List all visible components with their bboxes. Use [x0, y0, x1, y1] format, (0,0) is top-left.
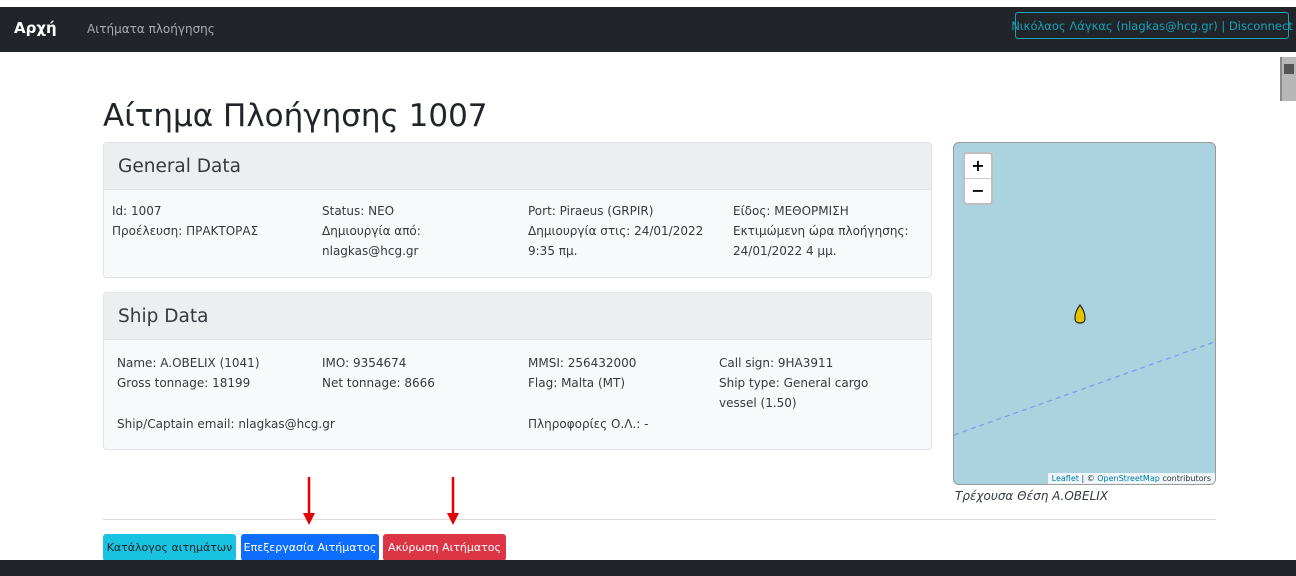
side-badge-icon: [1280, 57, 1296, 101]
eta-label: Εκτιμώμενη ώρα πλοήγησης:: [733, 224, 909, 238]
ship-mmsi: MMSI: 256432000 Flag: Malta (MT): [528, 353, 636, 393]
footer: [0, 560, 1296, 576]
annotation-arrow-icon: [447, 477, 459, 525]
ship-name-value: Name: A.OBELIX (1041): [117, 356, 260, 370]
requests-list-button[interactable]: Κατάλογος αιτημάτων: [103, 534, 236, 561]
created-by-label: Δημιουργία από:: [322, 224, 421, 238]
general-data-header: General Data: [104, 143, 931, 190]
gross-tonnage-value: Gross tonnage: 18199: [117, 376, 251, 390]
page-title: Αίτημα Πλοήγησης 1007: [103, 98, 488, 134]
net-tonnage-value: Net tonnage: 8666: [322, 376, 435, 390]
ship-type-line1: Ship type: General cargo: [719, 376, 869, 390]
flag-value: Flag: Malta (MT): [528, 376, 626, 390]
port-value: Port: Piraeus (GRPIR): [528, 204, 654, 218]
zoom-in-button[interactable]: +: [965, 154, 991, 178]
ship-marker-icon[interactable]: [1074, 304, 1086, 328]
created-at-time: 9:35 πμ.: [528, 244, 578, 258]
status-value: Status: ΝΕΟ: [322, 204, 395, 218]
ship-position-map[interactable]: + − Leaflet | © OpenStreetMap contributo…: [953, 142, 1216, 485]
attribution-separator: | ©: [1078, 474, 1098, 483]
origin-value: Προέλευση: ΠΡΑΚΤΟΡΑΣ: [112, 224, 259, 238]
mmsi-value: MMSI: 256432000: [528, 356, 637, 370]
nav-requests-link[interactable]: Αιτήματα πλοήγησης: [87, 22, 215, 36]
ship-info: Πληροφορίες Ο.Λ.: -: [528, 417, 649, 431]
attribution-tail: contributors: [1159, 474, 1211, 483]
ship-email: Ship/Captain email: nlagkas@hcg.gr: [117, 417, 335, 431]
ship-callsign: Call sign: 9HA3911 Ship type: General ca…: [719, 353, 868, 413]
nav-home-link[interactable]: Αρχή: [14, 19, 57, 37]
ship-type-line2: vessel (1.50): [719, 396, 797, 410]
general-kind: Είδος: ΜΕΘΟΡΜΙΣΗ Εκτιμώμενη ώρα πλοήγηση…: [733, 201, 909, 261]
annotation-arrow-icon: [303, 477, 315, 525]
zoom-control: + −: [963, 152, 993, 205]
zoom-out-button[interactable]: −: [965, 178, 991, 203]
divider: [103, 519, 1216, 520]
ship-name: Name: A.OBELIX (1041) Gross tonnage: 181…: [117, 353, 260, 393]
id-value: Id: 1007: [112, 204, 162, 218]
osm-link[interactable]: OpenStreetMap: [1097, 474, 1160, 483]
edit-request-button[interactable]: Επεξεργασία Αιτήματος: [241, 534, 379, 561]
kind-value: Είδος: ΜΕΘΟΡΜΙΣΗ: [733, 204, 849, 218]
general-data-card: General Data Id: 1007 Προέλευση: ΠΡΑΚΤΟΡ…: [103, 142, 932, 278]
navbar: Αρχή Αιτήματα πλοήγησης Νικόλαος Λάγκας …: [0, 7, 1296, 52]
general-port: Port: Piraeus (GRPIR) Δημιουργία στις: 2…: [528, 201, 703, 261]
leaflet-link[interactable]: Leaflet: [1052, 474, 1079, 483]
ship-data-header: Ship Data: [104, 293, 931, 340]
callsign-value: Call sign: 9HA3911: [719, 356, 834, 370]
map-caption: Τρέχουσα Θέση A.OBELIX: [955, 489, 1109, 503]
map-attribution: Leaflet | © OpenStreetMap contributors: [1047, 473, 1215, 484]
ship-imo: IMO: 9354674 Net tonnage: 8666: [322, 353, 435, 393]
general-id: Id: 1007 Προέλευση: ΠΡΑΚΤΟΡΑΣ: [112, 201, 258, 241]
general-status: Status: ΝΕΟ Δημιουργία από: nlagkas@hcg.…: [322, 201, 421, 261]
user-disconnect-button[interactable]: Νικόλαος Λάγκας (nlagkas@hcg.gr) | Disco…: [1011, 12, 1293, 39]
imo-value: IMO: 9354674: [322, 356, 407, 370]
eta-value: 24/01/2022 4 μμ.: [733, 244, 837, 258]
ship-data-card: Ship Data Name: A.OBELIX (1041) Gross to…: [103, 292, 932, 450]
created-at-label: Δημιουργία στις: 24/01/2022: [528, 224, 704, 238]
cancel-request-button[interactable]: Ακύρωση Αιτήματος: [383, 534, 506, 561]
created-by-value: nlagkas@hcg.gr: [322, 244, 419, 258]
